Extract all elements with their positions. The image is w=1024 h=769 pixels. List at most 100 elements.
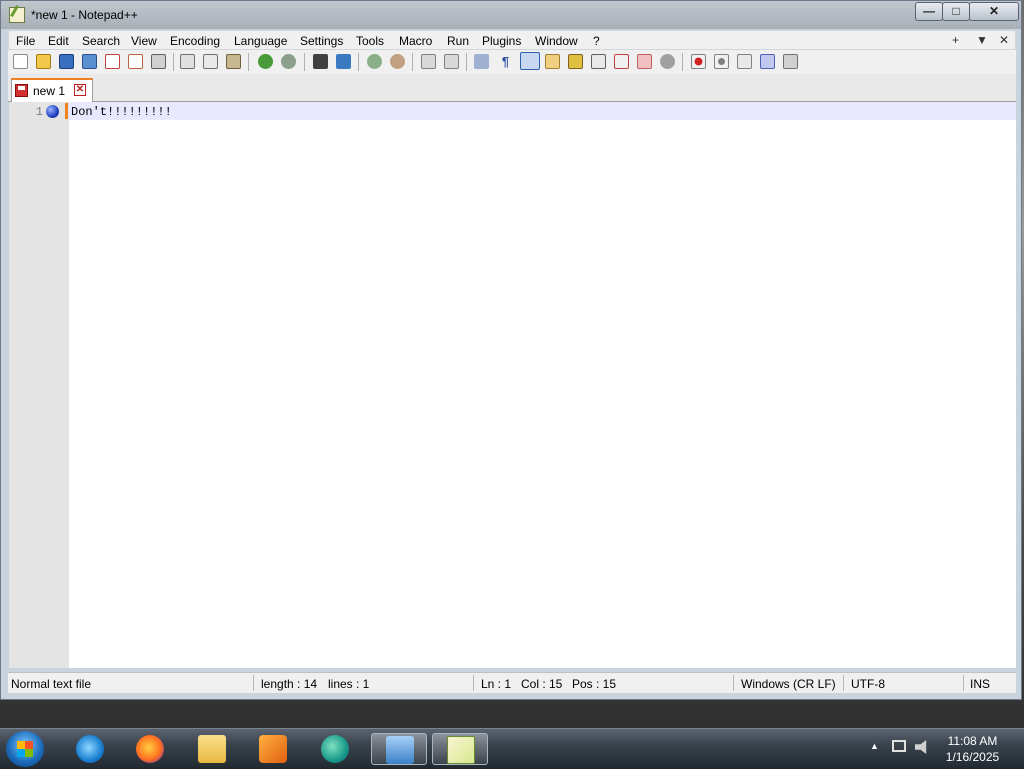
save-all-icon[interactable] — [82, 54, 97, 69]
new-tab-icon[interactable]: + — [952, 33, 959, 47]
edge-icon[interactable] — [307, 733, 363, 765]
save-icon[interactable] — [59, 54, 74, 69]
comment-icon[interactable] — [660, 54, 675, 69]
menu-plugins[interactable]: Plugins — [482, 34, 521, 48]
macro-record-icon[interactable] — [691, 54, 706, 69]
menu-run[interactable]: Run — [447, 34, 469, 48]
minimize-button[interactable]: — — [915, 2, 943, 21]
status-eol[interactable]: Windows (CR LF) — [741, 677, 836, 691]
maximize-button[interactable]: □ — [942, 2, 970, 21]
toolbar-separator — [466, 53, 467, 71]
menu-help[interactable]: ? — [593, 34, 600, 48]
paste-icon[interactable] — [226, 54, 241, 69]
toolbar-separator — [682, 53, 683, 71]
status-length: length : 14 — [261, 677, 318, 691]
tab-list-icon[interactable]: ▼ — [976, 33, 988, 47]
notepad-app-icon[interactable] — [9, 7, 25, 23]
find-icon[interactable] — [313, 54, 328, 69]
status-bar: Normal text file length : 14 lines : 1 L… — [8, 672, 1016, 693]
cut-icon[interactable] — [180, 54, 195, 69]
status-divider — [963, 675, 964, 691]
tab-new-1[interactable]: new 1 ✕ — [11, 78, 93, 102]
notepad-plus-plus-taskbar-icon[interactable] — [432, 733, 488, 765]
menu-view[interactable]: View — [131, 34, 157, 48]
show-hidden-icons[interactable]: ▲ — [870, 741, 879, 751]
status-pos: Pos : 15 — [572, 677, 617, 691]
status-file-type: Normal text file — [11, 677, 92, 691]
text-editor[interactable]: 1 Don't!!!!!!!!! — [9, 102, 1016, 668]
editor-line-text[interactable]: Don't!!!!!!!!! — [71, 105, 172, 119]
close-button[interactable]: ✕ — [969, 2, 1019, 21]
document-map-icon[interactable] — [568, 54, 583, 69]
network-icon[interactable] — [892, 740, 906, 752]
current-line-highlight — [69, 102, 1016, 120]
menu-language[interactable]: Language — [234, 34, 287, 48]
file-explorer-icon[interactable] — [184, 733, 240, 765]
monitoring-icon[interactable] — [614, 54, 629, 69]
sync-vertical-icon[interactable] — [421, 54, 436, 69]
show-all-characters-icon[interactable]: ¶ — [498, 54, 513, 69]
close-all-icon[interactable] — [128, 54, 143, 69]
word-wrap-icon[interactable] — [474, 54, 489, 69]
sync-horizontal-icon[interactable] — [444, 54, 459, 69]
volume-muted-icon[interactable] — [915, 740, 927, 754]
window-title: *new 1 - Notepad++ — [31, 8, 138, 22]
macro-save-icon[interactable] — [783, 54, 798, 69]
status-lines: lines : 1 — [328, 677, 370, 691]
toolbar-separator — [173, 53, 174, 71]
start-button[interactable] — [6, 731, 44, 767]
notepadpp-window: *new 1 - Notepad++ — □ ✕ File Edit Searc… — [0, 0, 1022, 700]
menu-macro[interactable]: Macro — [399, 34, 432, 48]
toolbar-separator — [412, 53, 413, 71]
status-divider — [473, 675, 474, 691]
menu-settings[interactable]: Settings — [300, 34, 343, 48]
menu-encoding[interactable]: Encoding — [170, 34, 220, 48]
title-bar[interactable]: *new 1 - Notepad++ — □ ✕ — [1, 1, 1021, 29]
status-mode: INS — [970, 677, 991, 691]
menu-window[interactable]: Window — [535, 34, 578, 48]
menu-tools[interactable]: Tools — [356, 34, 384, 48]
line-number: 1 — [35, 105, 43, 119]
system-clock[interactable]: 11:08 AM 1/16/2025 — [935, 733, 1010, 765]
menu-file[interactable]: File — [16, 34, 35, 48]
new-file-icon[interactable] — [13, 54, 28, 69]
replace-icon[interactable] — [336, 54, 351, 69]
status-divider — [733, 675, 734, 691]
bookmark-icon[interactable] — [46, 105, 59, 118]
zoom-out-icon[interactable] — [390, 54, 405, 69]
unsaved-icon — [15, 84, 28, 97]
tab-close-icon[interactable]: ✕ — [74, 84, 86, 96]
toolbar-separator — [304, 53, 305, 71]
menu-search[interactable]: Search — [82, 34, 120, 48]
copy-icon[interactable] — [203, 54, 218, 69]
media-player-icon[interactable] — [245, 733, 301, 765]
macro-stop-icon[interactable] — [714, 54, 729, 69]
macro-run-multiple-icon[interactable] — [760, 54, 775, 69]
redo-icon[interactable] — [281, 54, 296, 69]
print-icon[interactable] — [151, 54, 166, 69]
control-panel-icon[interactable] — [371, 733, 427, 765]
internet-explorer-icon[interactable] — [62, 733, 118, 765]
toolbar-separator — [358, 53, 359, 71]
close-file-icon[interactable] — [105, 54, 120, 69]
macro-play-icon[interactable] — [737, 54, 752, 69]
close-doc-icon[interactable]: ✕ — [999, 33, 1009, 47]
line-number-gutter[interactable] — [9, 102, 69, 668]
undo-icon[interactable] — [258, 54, 273, 69]
toolbar-separator — [248, 53, 249, 71]
fold-all-icon[interactable] — [637, 54, 652, 69]
function-list-icon[interactable] — [545, 54, 560, 69]
tab-label: new 1 — [33, 84, 66, 98]
taskbar: ▲ 11:08 AM 1/16/2025 — [0, 728, 1024, 769]
status-encoding: UTF-8 — [851, 677, 885, 691]
status-divider — [843, 675, 844, 691]
maximize-icon: □ — [952, 4, 960, 18]
zoom-in-icon[interactable] — [367, 54, 382, 69]
indent-guide-icon[interactable] — [520, 52, 540, 70]
status-divider — [253, 675, 254, 691]
firefox-icon[interactable] — [122, 733, 178, 765]
folder-as-workspace-icon[interactable] — [591, 54, 606, 69]
open-file-icon[interactable] — [36, 54, 51, 69]
menu-edit[interactable]: Edit — [48, 34, 69, 48]
menu-bar: File Edit Search View Encoding Language … — [8, 30, 1016, 50]
